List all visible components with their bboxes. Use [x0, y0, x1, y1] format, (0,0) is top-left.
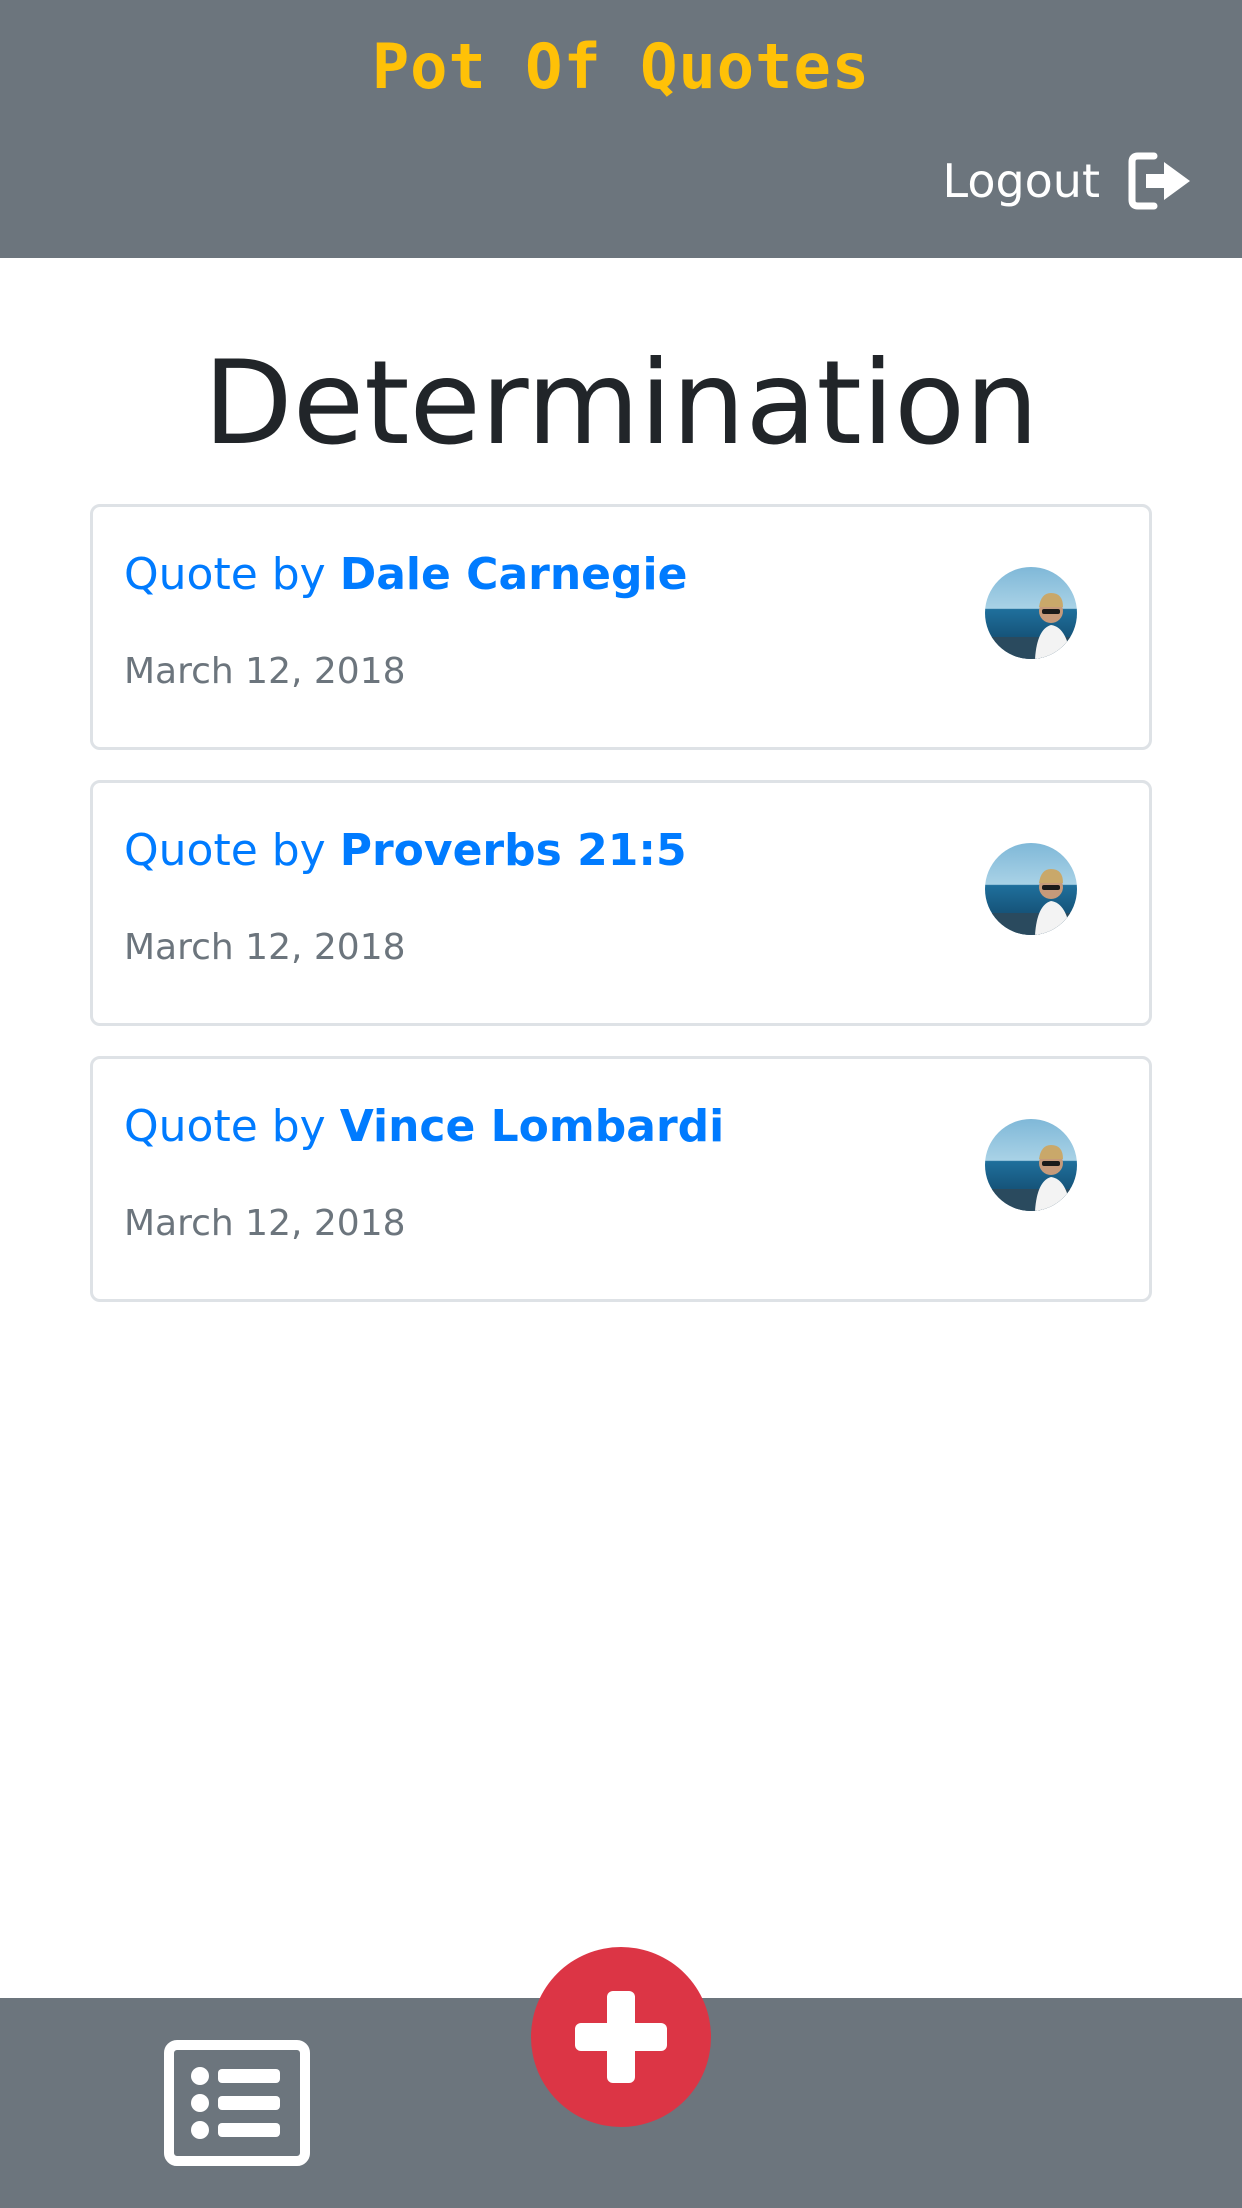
top-navbar: Pot Of Quotes Logout — [0, 0, 1242, 258]
sign-out-icon — [1128, 152, 1190, 210]
quote-card[interactable]: Quote by Dale Carnegie March 12, 2018 — [90, 504, 1152, 750]
quote-prefix: Quote by — [124, 825, 326, 876]
brand-title: Pot Of Quotes — [371, 30, 871, 103]
logout-label: Logout — [942, 154, 1101, 208]
quote-author: Proverbs 21:5 — [339, 825, 687, 876]
quote-author: Dale Carnegie — [339, 549, 688, 600]
quote-title[interactable]: Quote by Vince Lombardi — [124, 1101, 724, 1152]
plus-icon — [575, 1991, 667, 2083]
quote-prefix: Quote by — [124, 1101, 326, 1152]
add-quote-button[interactable] — [531, 1947, 711, 2127]
quote-author: Vince Lombardi — [339, 1101, 725, 1152]
page-title: Determination — [203, 336, 1039, 471]
quote-card[interactable]: Quote by Proverbs 21:5 March 12, 2018 — [90, 780, 1152, 1026]
quote-date: March 12, 2018 — [124, 927, 406, 968]
avatar — [985, 567, 1077, 659]
quote-card[interactable]: Quote by Vince Lombardi March 12, 2018 — [90, 1056, 1152, 1302]
logout-button[interactable]: Logout — [943, 152, 1195, 210]
quote-date: March 12, 2018 — [124, 651, 406, 692]
quote-prefix: Quote by — [124, 549, 326, 600]
list-icon[interactable] — [164, 2040, 310, 2166]
avatar — [985, 843, 1077, 935]
avatar — [985, 1119, 1077, 1211]
quote-list: Quote by Dale Carnegie March 12, 2018 Qu… — [90, 504, 1152, 1332]
quote-title[interactable]: Quote by Dale Carnegie — [124, 549, 687, 600]
quote-title[interactable]: Quote by Proverbs 21:5 — [124, 825, 687, 876]
quote-date: March 12, 2018 — [124, 1203, 406, 1244]
